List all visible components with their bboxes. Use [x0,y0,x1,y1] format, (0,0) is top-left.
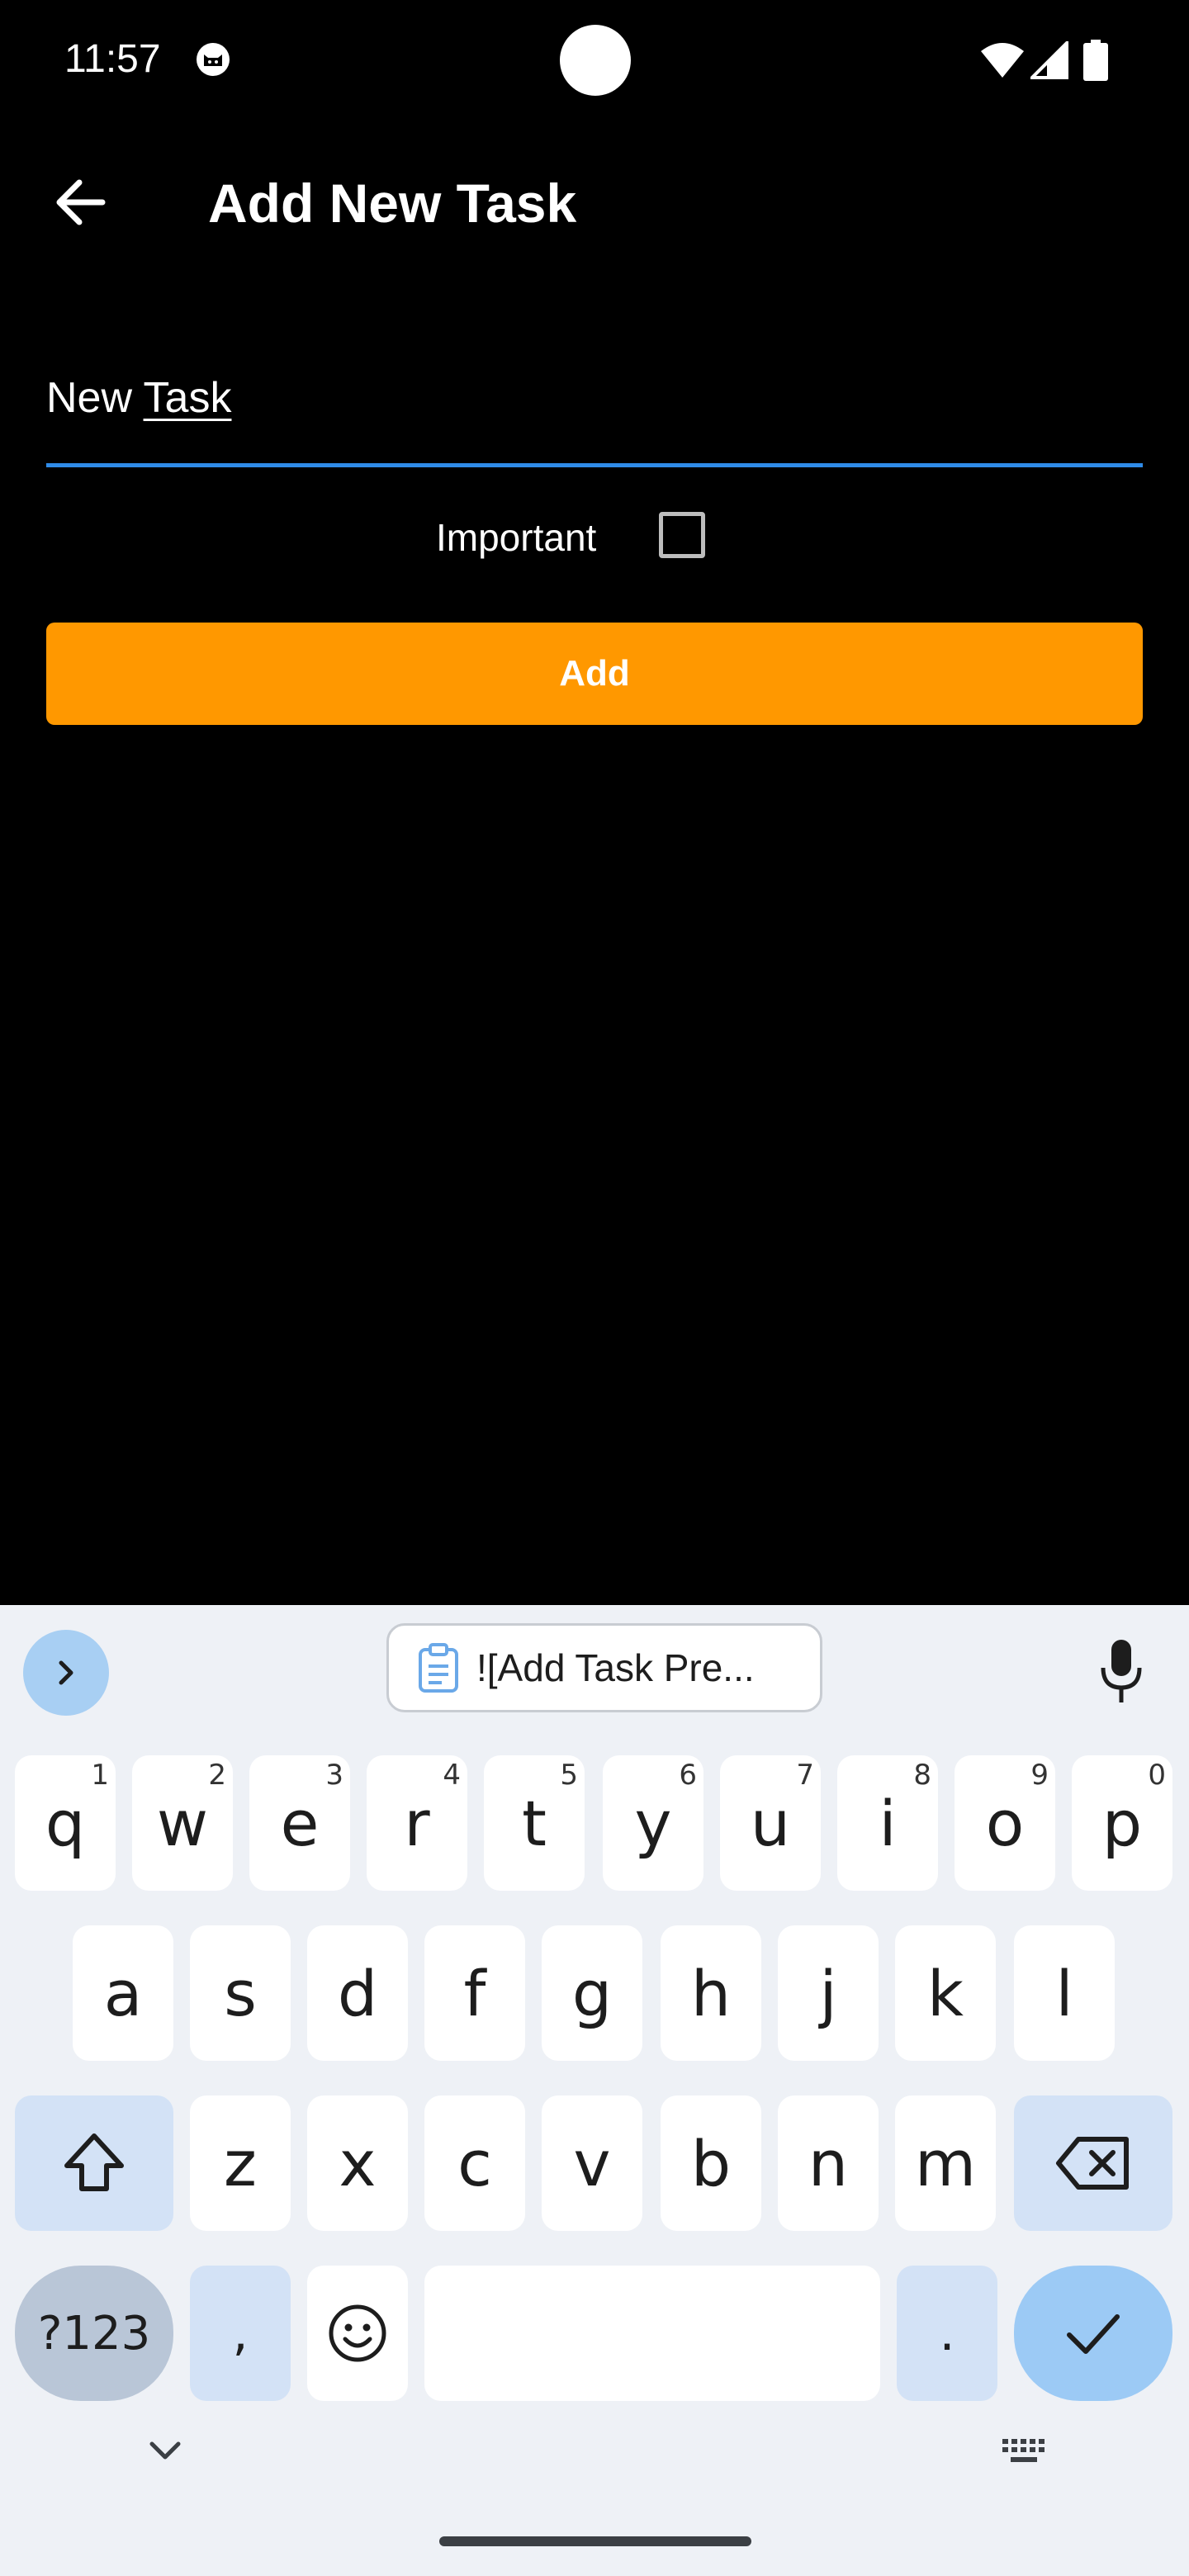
key-hint: 1 [91,1759,109,1792]
soft-keyboard: ![Add Task Pre... q1 w2 e3 r4 t5 y6 u7 i… [0,1605,1189,2576]
key-g[interactable]: g [542,1925,642,2061]
clipboard-suggestion[interactable]: ![Add Task Pre... [386,1623,822,1712]
key-hint: 4 [443,1759,461,1792]
key-hint: 5 [560,1759,578,1792]
shift-icon [64,2133,124,2191]
symbols-key[interactable]: ?123 [15,2266,173,2401]
app-notification-icon [197,43,230,76]
status-time: 11:57 [64,37,161,81]
gesture-nav-handle[interactable] [439,2536,751,2546]
front-camera-cutout [560,25,631,96]
key-z[interactable]: z [190,2095,291,2231]
keyboard-expand-button[interactable] [23,1630,109,1716]
chevron-right-icon [59,1660,73,1685]
shift-key[interactable] [15,2095,173,2231]
page-title: Add New Task [208,173,577,234]
important-label: Important [436,516,597,559]
task-name-input[interactable]: New Task [46,363,1143,467]
enter-key[interactable] [1014,2266,1172,2401]
keyboard-switch-icon[interactable] [1001,2437,1047,2465]
key-label: u [750,1786,791,1860]
clipboard-suggestion-text: ![Add Task Pre... [476,1646,755,1689]
backspace-key[interactable] [1014,2095,1172,2231]
key-hint: 6 [679,1759,697,1792]
key-m[interactable]: m [895,2095,996,2231]
key-i[interactable]: i8 [837,1755,938,1891]
key-c[interactable]: c [424,2095,525,2231]
key-l[interactable]: l [1014,1925,1115,2061]
backspace-icon [1056,2137,1129,2190]
key-h[interactable]: h [661,1925,761,2061]
key-hint: 7 [796,1759,814,1792]
key-label: q [45,1786,86,1860]
key-hint: 3 [325,1759,343,1792]
key-p[interactable]: p0 [1072,1755,1172,1891]
input-underline [46,463,1143,467]
clipboard-icon [419,1643,458,1693]
key-s[interactable]: s [190,1925,291,2061]
comma-key[interactable]: , [190,2266,291,2401]
task-name-value: New Task [46,373,231,423]
key-w[interactable]: w2 [132,1755,233,1891]
microphone-icon[interactable] [1100,1638,1143,1704]
key-o[interactable]: o9 [955,1755,1055,1891]
key-label: r [404,1786,430,1860]
emoji-key[interactable] [307,2266,408,2401]
status-bar: 11:57 [0,0,1189,124]
key-label: y [634,1786,672,1860]
hide-keyboard-chevron-icon[interactable] [147,2439,183,2464]
key-v[interactable]: v [542,2095,642,2231]
key-hint: 0 [1148,1759,1166,1792]
signal-icon [1030,41,1068,79]
key-k[interactable]: k [895,1925,996,2061]
key-f[interactable]: f [424,1925,525,2061]
key-r[interactable]: r4 [367,1755,467,1891]
emoji-icon [329,2304,386,2362]
key-label: o [985,1786,1025,1860]
key-n[interactable]: n [778,2095,879,2231]
task-value-word-2: Task [143,374,232,422]
wifi-icon [981,43,1024,78]
space-bar[interactable] [424,2266,880,2401]
checkmark-icon [1067,2314,1120,2354]
key-label: e [280,1786,320,1860]
key-hint: 2 [208,1759,226,1792]
key-q[interactable]: q1 [15,1755,116,1891]
key-e[interactable]: e3 [249,1755,350,1891]
key-hint: 8 [913,1759,931,1792]
key-hint: 9 [1030,1759,1049,1792]
key-a[interactable]: a [73,1925,173,2061]
key-x[interactable]: x [307,2095,408,2231]
important-checkbox[interactable] [659,512,705,558]
key-label: i [879,1786,897,1860]
battery-icon [1083,40,1108,81]
key-b[interactable]: b [661,2095,761,2231]
key-label: w [156,1786,209,1860]
key-t[interactable]: t5 [484,1755,585,1891]
key-label: p [1101,1786,1143,1860]
period-key[interactable]: . [897,2266,997,2401]
key-y[interactable]: y6 [603,1755,703,1891]
add-button[interactable]: Add [46,623,1143,725]
back-arrow-icon[interactable] [51,173,109,231]
key-d[interactable]: d [307,1925,408,2061]
key-u[interactable]: u7 [720,1755,821,1891]
key-j[interactable]: j [778,1925,879,2061]
key-label: t [522,1786,547,1860]
task-value-word-1: New [46,374,144,422]
